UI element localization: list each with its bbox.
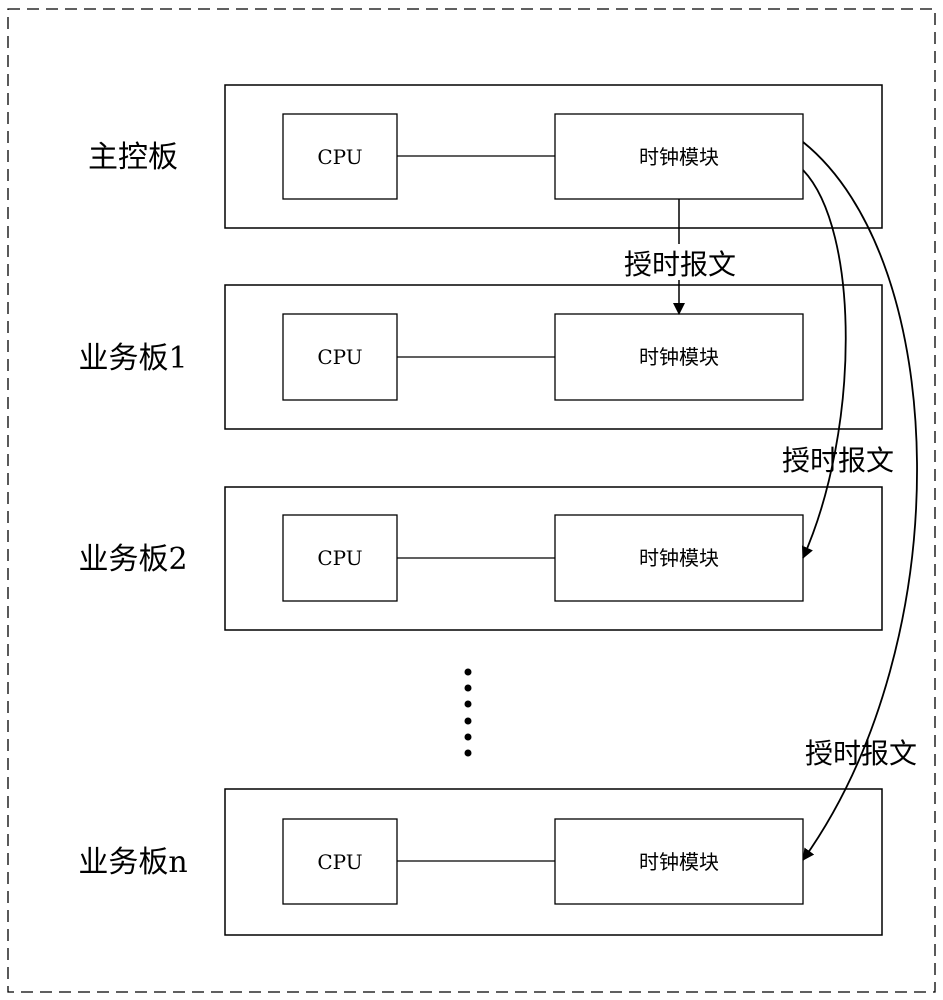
- board-label: 主控板: [88, 140, 178, 175]
- service-board-n: 业务板n CPU 时钟模块: [78, 788, 883, 936]
- cpu-label: CPU: [317, 850, 362, 874]
- clock-module-label: 时钟模块: [639, 145, 719, 169]
- timing-message-label: 授时报文: [782, 444, 894, 477]
- cpu-label: CPU: [317, 345, 362, 369]
- ellipsis-dot: [464, 749, 472, 757]
- board-label: 业务板n: [78, 845, 187, 880]
- clock-module-label: 时钟模块: [639, 546, 719, 570]
- ellipsis-dot: [464, 684, 472, 692]
- timing-message-label: 授时报文: [805, 737, 917, 770]
- service-board-1: 业务板1 CPU 时钟模块: [78, 284, 883, 430]
- ellipsis-dot: [464, 717, 472, 725]
- ellipsis-dot: [464, 700, 472, 708]
- ellipsis-dot: [464, 668, 472, 676]
- board-label: 业务板2: [78, 542, 187, 577]
- cpu-label: CPU: [317, 546, 362, 570]
- board-label: 业务板1: [78, 341, 187, 376]
- ellipsis-dot: [464, 733, 472, 741]
- timing-message-label: 授时报文: [624, 248, 736, 281]
- main-control-board: 主控板 CPU 时钟模块: [88, 84, 883, 229]
- ellipsis-dots: [464, 668, 472, 757]
- clock-sync-diagram: 主控板 CPU 时钟模块 业务板1 CPU 时钟模块 业务板2 CPU 时钟模块: [7, 8, 936, 993]
- service-board-2: 业务板2 CPU 时钟模块: [78, 486, 883, 631]
- clock-module-label: 时钟模块: [639, 345, 719, 369]
- cpu-label: CPU: [317, 145, 362, 169]
- clock-module-label: 时钟模块: [639, 850, 719, 874]
